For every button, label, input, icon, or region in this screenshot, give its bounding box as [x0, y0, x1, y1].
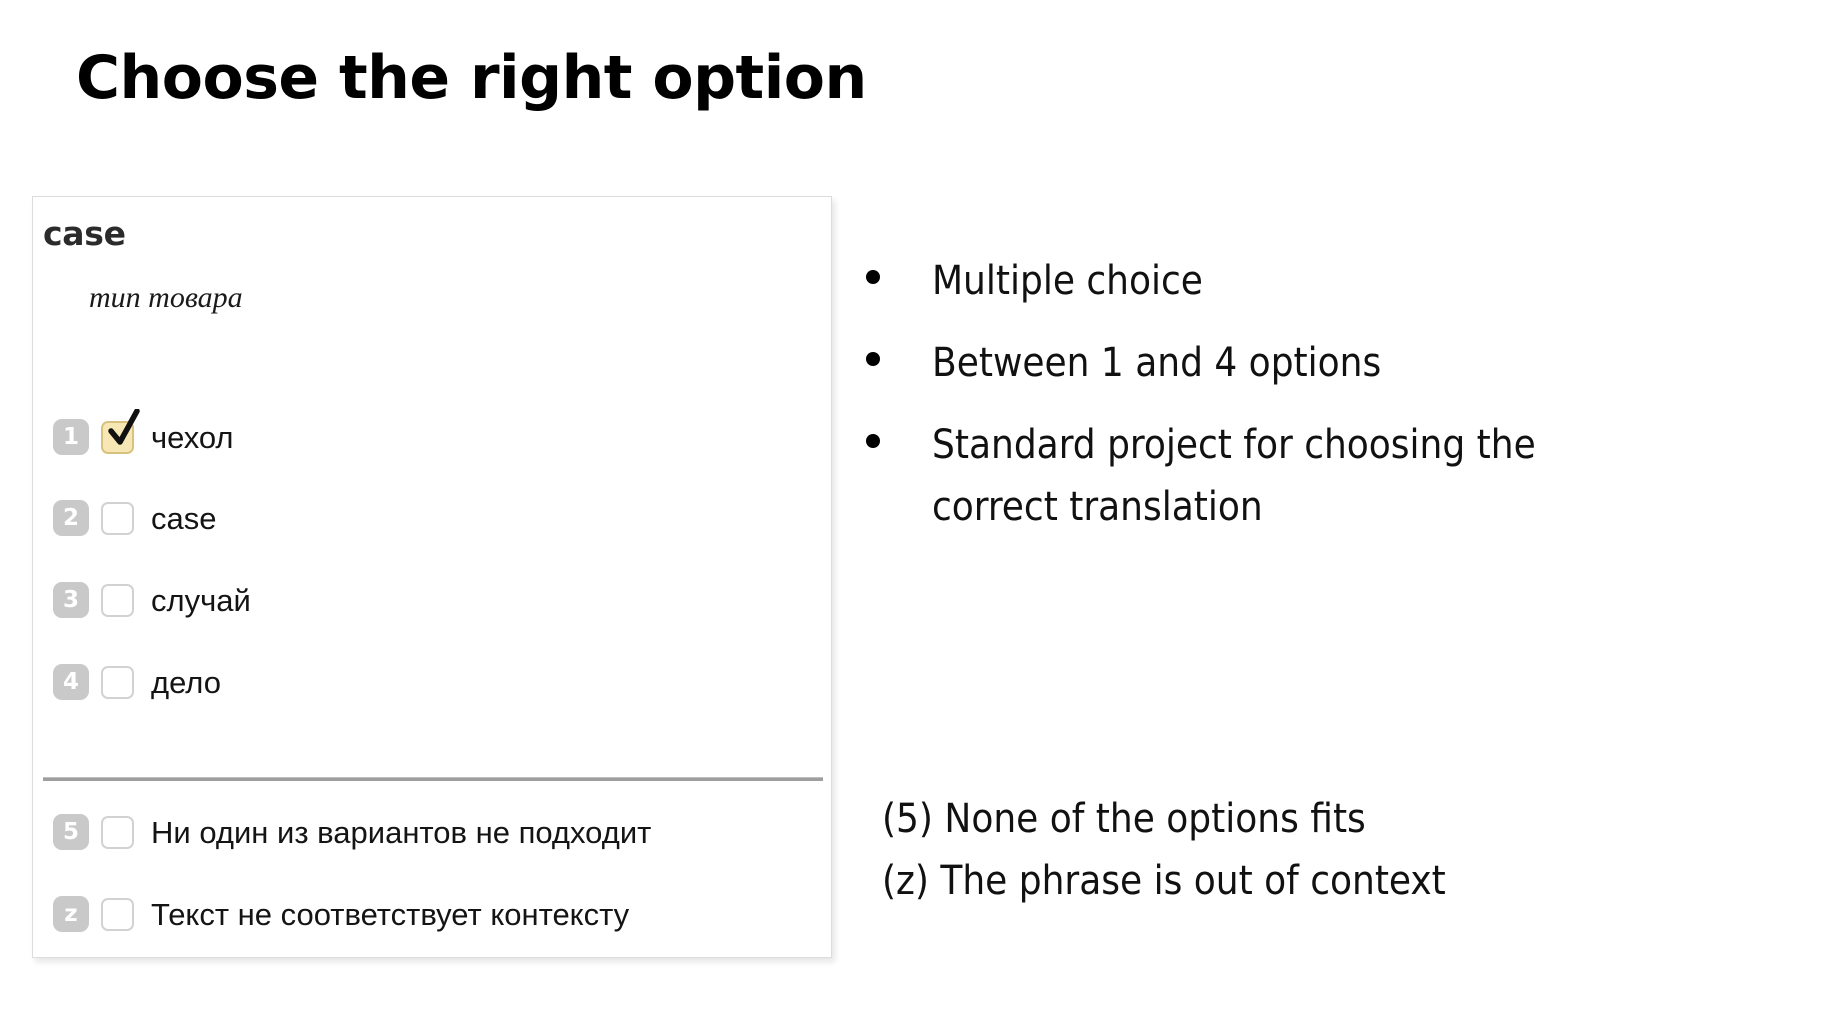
option-checkbox-3[interactable] — [101, 583, 134, 617]
option-row-4[interactable]: 4 дело — [53, 660, 221, 704]
option-checkbox-4[interactable] — [101, 665, 134, 699]
option-row-1[interactable]: 1 чехол — [53, 408, 234, 459]
page-title: Choose the right option — [76, 43, 867, 113]
option-label: Ни один из вариантов не подходит — [151, 814, 652, 850]
list-item: Between 1 and 4 options — [866, 332, 1606, 394]
option-checkbox-2[interactable] — [101, 501, 134, 535]
option-checkbox-5[interactable] — [101, 815, 134, 849]
note-line-z: (z) The phrase is out of context — [882, 858, 1446, 904]
option-key-badge: 3 — [53, 582, 89, 618]
option-row-5[interactable]: 5 Ни один из вариантов не подходит — [53, 810, 651, 854]
bullet-text: Standard project for choosing the correc… — [932, 422, 1536, 530]
option-row-2[interactable]: 2 case — [53, 496, 216, 540]
option-key-badge: z — [53, 896, 89, 932]
bullet-text: Between 1 and 4 options — [932, 340, 1382, 386]
option-label: case — [151, 500, 217, 536]
headword: case — [43, 214, 126, 253]
gloss-text: тип товара — [89, 281, 243, 314]
bullet-dot-icon — [866, 434, 880, 448]
exercise-screenshot-panel: case тип товара 1 чехол 2 case 3 случай … — [32, 196, 832, 958]
option-label: Текст не соответствует контексту — [151, 896, 630, 932]
option-label: чехол — [151, 419, 234, 455]
list-item: Multiple choice — [866, 250, 1606, 312]
feature-bullet-list: Multiple choice Between 1 and 4 options … — [866, 250, 1606, 558]
list-item: Standard project for choosing the correc… — [866, 414, 1606, 538]
option-key-badge: 1 — [53, 419, 89, 455]
checkmark-icon — [108, 408, 140, 445]
option-key-badge: 2 — [53, 500, 89, 536]
option-key-badge: 4 — [53, 664, 89, 700]
option-key-badge: 5 — [53, 814, 89, 850]
fallback-notes: (5) None of the options fits (z) The phr… — [882, 788, 1642, 912]
bullet-dot-icon — [866, 352, 880, 366]
option-checkbox-z[interactable] — [101, 897, 134, 931]
option-row-3[interactable]: 3 случай — [53, 578, 251, 622]
option-row-z[interactable]: z Текст не соответствует контексту — [53, 892, 629, 936]
option-checkbox-1[interactable] — [101, 408, 140, 454]
bullet-text: Multiple choice — [932, 258, 1203, 304]
note-line-5: (5) None of the options fits — [882, 796, 1366, 842]
bullet-dot-icon — [866, 270, 880, 284]
option-label: дело — [151, 664, 221, 700]
option-label: случай — [151, 582, 251, 618]
section-divider — [43, 777, 823, 781]
